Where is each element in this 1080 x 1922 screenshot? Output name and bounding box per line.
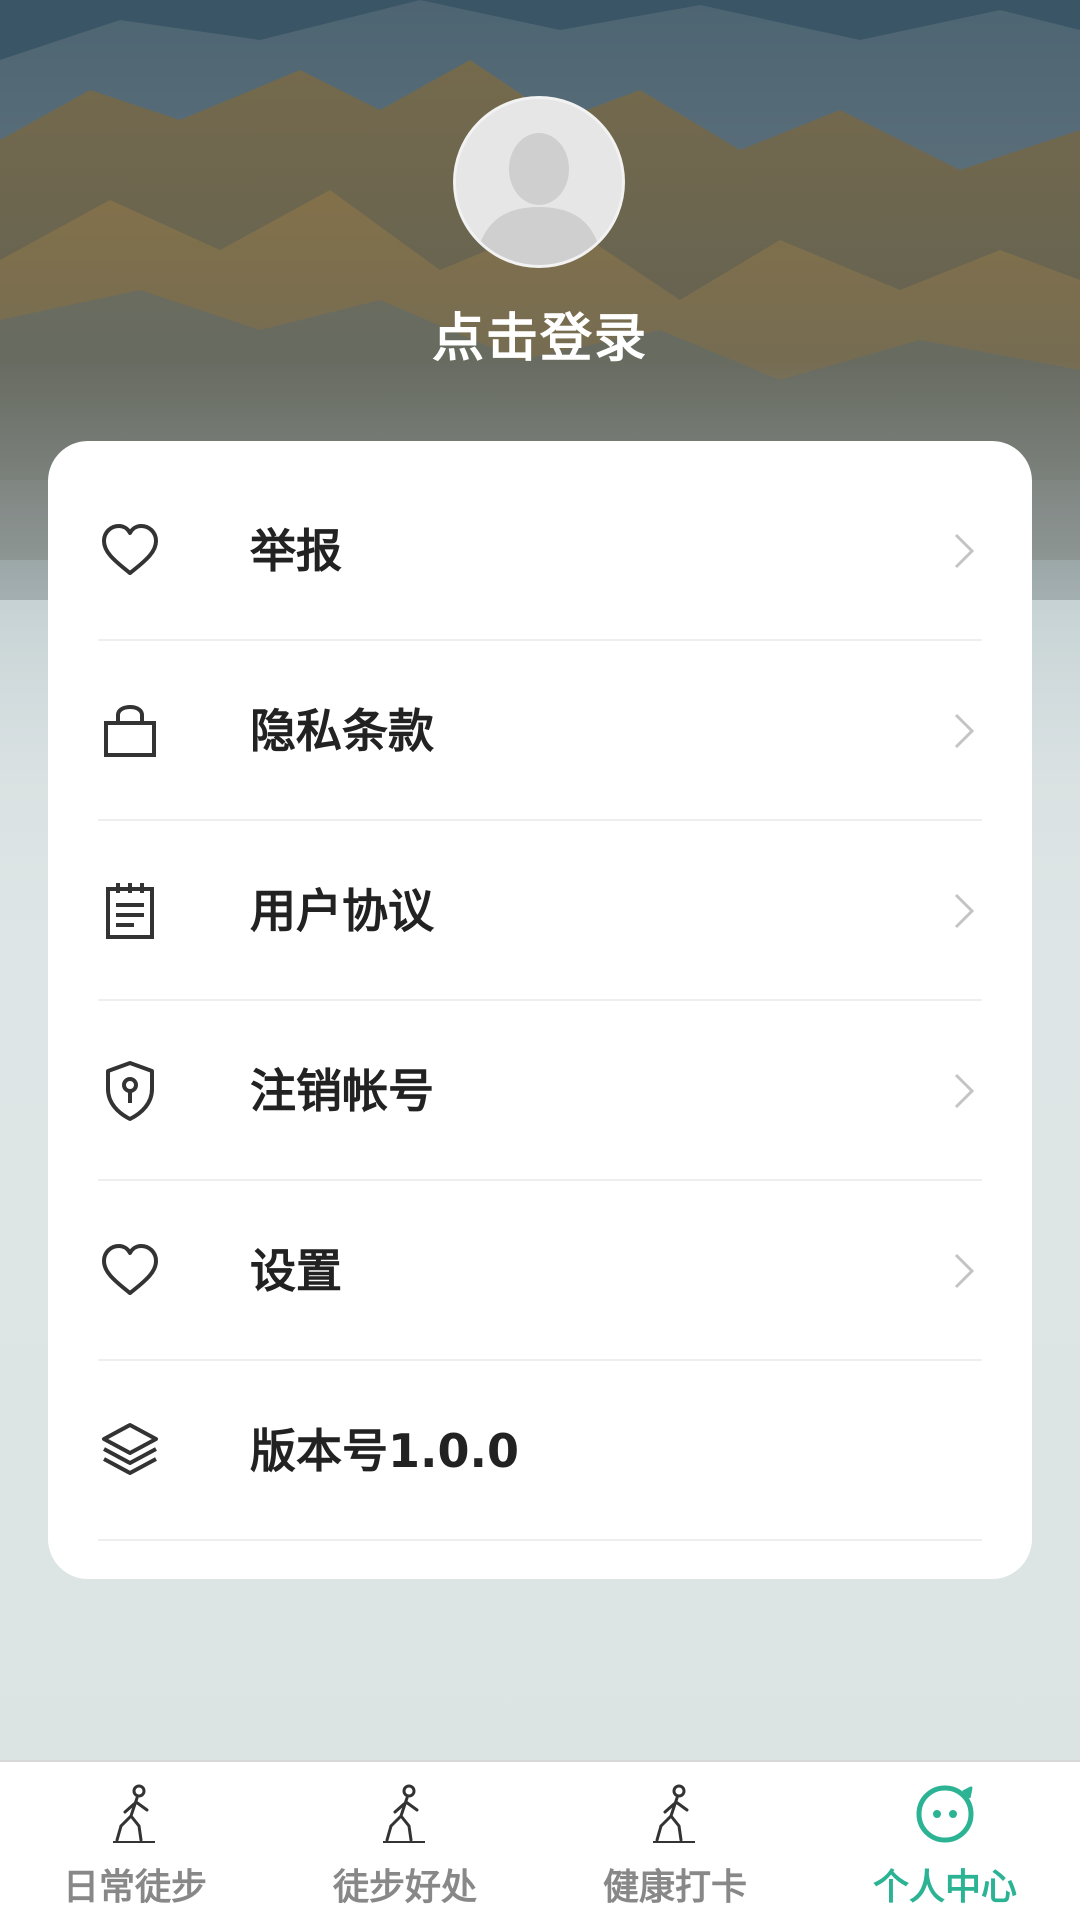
avatar[interactable] xyxy=(453,96,625,268)
tab-daily-hiking[interactable]: 日常徒步 xyxy=(0,1762,270,1922)
tab-label: 健康打卡 xyxy=(602,1867,747,1908)
login-link[interactable]: 点击登录 xyxy=(0,296,1080,371)
menu-item-privacy[interactable]: 隐私条款 xyxy=(98,641,982,821)
menu-card: 举报 隐私条款 用户协议 注销帐号 设置 版本号1.0.0 xyxy=(48,441,1032,1579)
smile-bubble-icon xyxy=(916,1785,974,1843)
notepad-icon xyxy=(106,883,154,939)
menu-item-user-agreement[interactable]: 用户协议 xyxy=(98,821,982,1001)
tab-hiking-benefits[interactable]: 徒步好处 xyxy=(270,1762,540,1922)
tab-health-checkin[interactable]: 健康打卡 xyxy=(540,1762,810,1922)
menu-item-version: 版本号1.0.0 xyxy=(98,1361,982,1541)
bottom-tab-bar: 日常徒步 徒步好处 健康打卡 个人中心 xyxy=(0,1760,1080,1920)
default-user-icon xyxy=(456,99,622,265)
walker-icon xyxy=(383,1784,425,1843)
menu-label: 设置 xyxy=(250,1244,342,1298)
menu-item-report[interactable]: 举报 xyxy=(98,461,982,641)
chevron-right-icon xyxy=(954,713,975,749)
tab-label: 徒步好处 xyxy=(332,1867,477,1908)
chevron-right-icon xyxy=(954,533,975,569)
heart-icon xyxy=(102,1244,158,1295)
walker-icon xyxy=(653,1784,695,1843)
layers-icon xyxy=(102,1423,158,1475)
menu-item-settings[interactable]: 设置 xyxy=(98,1181,982,1361)
menu-label: 隐私条款 xyxy=(250,704,434,758)
tab-label: 个人中心 xyxy=(872,1867,1017,1908)
menu-label: 版本号1.0.0 xyxy=(250,1424,519,1478)
menu-item-delete-account[interactable]: 注销帐号 xyxy=(98,1001,982,1181)
bag-icon xyxy=(104,704,156,757)
menu-label: 注销帐号 xyxy=(250,1064,434,1118)
chevron-right-icon xyxy=(954,893,975,929)
shield-keyhole-icon xyxy=(106,1061,154,1121)
walker-icon xyxy=(113,1784,155,1843)
heart-icon xyxy=(102,524,158,575)
chevron-right-icon xyxy=(954,1253,975,1289)
menu-label: 举报 xyxy=(250,524,342,578)
menu-label: 用户协议 xyxy=(250,884,434,938)
chevron-right-icon xyxy=(954,1073,975,1109)
tab-personal-center[interactable]: 个人中心 xyxy=(810,1762,1080,1922)
tab-label: 日常徒步 xyxy=(62,1867,207,1908)
